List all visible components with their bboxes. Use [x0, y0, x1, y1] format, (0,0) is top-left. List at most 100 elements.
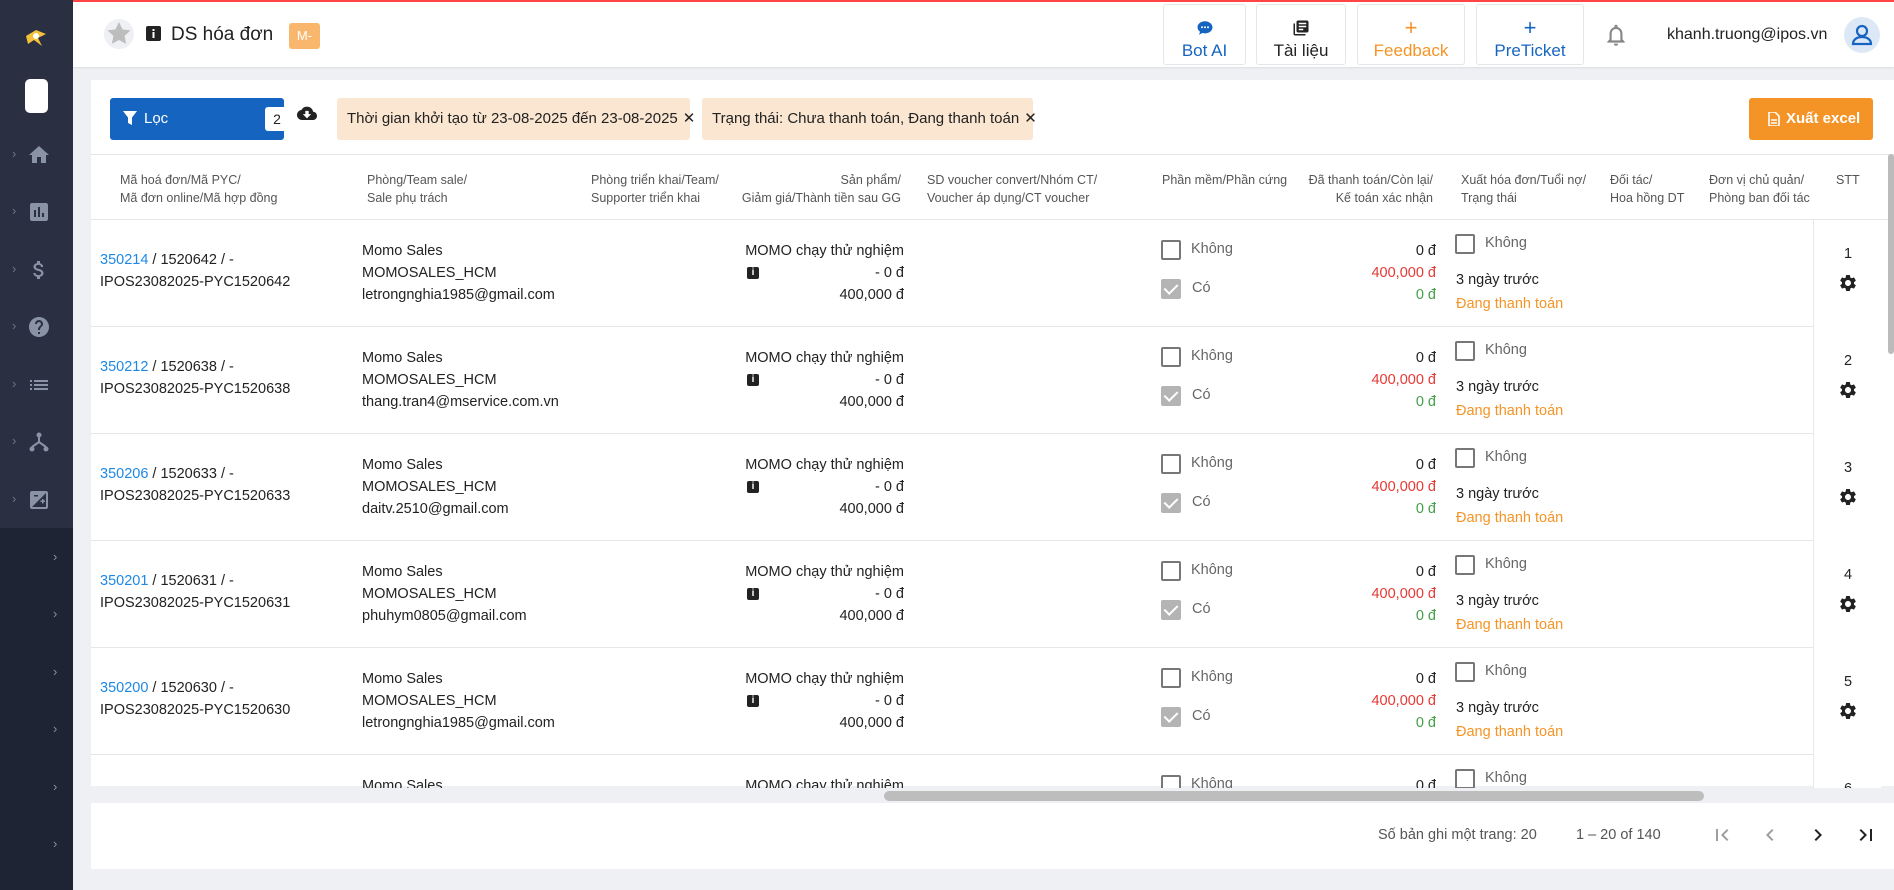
- filter-chip-status[interactable]: Trạng thái: Chưa thanh toán, Đang thanh …: [702, 98, 1037, 140]
- col-header-invoice[interactable]: Mã hoá đơn/Mã PYC/Mã đơn online/Mã hợp đ…: [120, 171, 277, 207]
- rows-per-page[interactable]: Số bản ghi một trang: 20: [1378, 827, 1537, 843]
- gear-icon[interactable]: [1838, 594, 1858, 614]
- next-page-icon[interactable]: [1806, 823, 1830, 847]
- table-row[interactable]: 350214 / 1520642 / - IPOS23082025-PYC1520…: [91, 220, 1813, 327]
- col-header-invoice-status[interactable]: Xuất hóa đơn/Tuổi nợ/Trạng thái: [1461, 171, 1586, 207]
- gear-icon[interactable]: [1838, 273, 1858, 293]
- user-email[interactable]: khanh.truong@ipos.vn: [1667, 26, 1827, 44]
- remaining-amount: 400,000 đ: [1371, 693, 1436, 709]
- gear-icon[interactable]: [1838, 380, 1858, 400]
- table-row[interactable]: 350206 / 1520633 / - IPOS23082025-PYC1520…: [91, 434, 1813, 541]
- paid-amount: 0 đ: [1415, 457, 1436, 473]
- info-icon[interactable]: [747, 476, 759, 498]
- col-header-payment[interactable]: Đã thanh toán/Còn lại/Kế toán xác nhận: [1291, 171, 1433, 207]
- row-index: 2: [1843, 353, 1853, 369]
- chevron-right-icon[interactable]: ›: [53, 665, 63, 679]
- hardware-checkbox[interactable]: [1161, 600, 1181, 620]
- sidebar-item-report[interactable]: ›: [0, 191, 73, 231]
- invoice-export-checkbox[interactable]: [1455, 234, 1475, 254]
- filter-chip-time[interactable]: Thời gian khởi tạo từ 23-08-2025 đến 23-…: [337, 98, 695, 140]
- app-logo-icon[interactable]: [22, 24, 50, 52]
- contract-code: IPOS23082025-PYC1520642: [100, 274, 291, 290]
- sidebar-item-home[interactable]: ›: [0, 134, 73, 174]
- bell-icon[interactable]: [1603, 22, 1629, 48]
- info-icon[interactable]: [747, 369, 759, 391]
- sale-email: thang.tran4@mservice.com.vn: [362, 394, 559, 410]
- chevron-right-icon[interactable]: ›: [53, 607, 63, 621]
- feedback-button[interactable]: + Feedback: [1357, 4, 1465, 65]
- col-header-sale[interactable]: Phòng/Team sale/Sale phụ trách: [367, 171, 467, 207]
- invoice-id-link[interactable]: 350200: [100, 680, 148, 696]
- col-header-voucher[interactable]: SD voucher convert/Nhóm CT/Voucher áp dụ…: [927, 171, 1097, 207]
- invoice-id-link[interactable]: 350201: [100, 573, 148, 589]
- info-icon[interactable]: [747, 262, 759, 284]
- sidebar-item-list[interactable]: ›: [0, 364, 73, 404]
- hardware-checkbox[interactable]: [1161, 707, 1181, 727]
- software-checkbox[interactable]: [1161, 668, 1181, 688]
- hardware-checkbox[interactable]: [1161, 279, 1181, 299]
- bot-ai-button[interactable]: Bot AI: [1163, 4, 1246, 65]
- export-excel-button[interactable]: Xuất excel: [1749, 98, 1873, 140]
- cloud-download-icon[interactable]: [297, 106, 317, 124]
- chevron-right-icon[interactable]: ›: [53, 550, 63, 564]
- contract-code: IPOS23082025-PYC1520630: [100, 702, 291, 718]
- close-icon[interactable]: ✕: [683, 110, 696, 127]
- invoice-export-checkbox[interactable]: [1455, 448, 1475, 468]
- preticket-button[interactable]: + PreTicket: [1476, 4, 1584, 65]
- info-icon[interactable]: [747, 690, 759, 712]
- table-row[interactable]: 350200 / 1520630 / - IPOS23082025-PYC1520…: [91, 648, 1813, 755]
- chevron-right-icon[interactable]: ›: [53, 722, 63, 736]
- col-header-partner[interactable]: Đối tác/Hoa hồng DT: [1610, 171, 1684, 207]
- star-icon[interactable]: [103, 18, 135, 50]
- col-header-product[interactable]: Sản phẩm/Giảm giá/Thành tiền sau GG: [711, 171, 901, 207]
- invoice-id-link[interactable]: 350214: [100, 252, 148, 268]
- invoice-export-checkbox[interactable]: [1455, 662, 1475, 682]
- stt-column: 123456: [1813, 220, 1881, 788]
- filter-button[interactable]: Lọc 2: [110, 98, 289, 140]
- payment-status: Đang thanh toán: [1456, 403, 1564, 419]
- hardware-checkbox[interactable]: [1161, 493, 1181, 513]
- product-cell: MOMO chạy thử nghiệm - 0 đ 400,000 đ: [651, 454, 904, 520]
- info-icon[interactable]: [146, 26, 161, 41]
- table-row[interactable]: 350212 / 1520638 / - IPOS23082025-PYC1520…: [91, 327, 1813, 434]
- table-row[interactable]: Momo Sales MOMO chạy thử nghiệm Không 0 đ Kh…: [91, 755, 1813, 788]
- sale-cell: Momo Sales MOMOSALES_HCM thang.tran4@mserv…: [362, 347, 559, 413]
- last-page-icon[interactable]: [1854, 823, 1878, 847]
- col-header-software-hardware[interactable]: Phần mềm/Phần cứng: [1162, 171, 1287, 189]
- invoice-export-checkbox[interactable]: [1455, 341, 1475, 361]
- horizontal-scrollbar[interactable]: [884, 791, 1704, 801]
- software-checkbox[interactable]: [1161, 454, 1181, 474]
- software-checkbox[interactable]: [1161, 347, 1181, 367]
- sidebar-item-finance[interactable]: ›: [0, 249, 73, 289]
- software-checkbox[interactable]: [1161, 561, 1181, 581]
- info-icon[interactable]: [747, 583, 759, 605]
- invoice-export-checkbox[interactable]: [1455, 769, 1475, 788]
- close-icon[interactable]: ✕: [1024, 110, 1037, 127]
- paid-amount: 0 đ: [1415, 350, 1436, 366]
- avatar[interactable]: [1844, 17, 1880, 53]
- software-checkbox[interactable]: [1161, 240, 1181, 260]
- previous-page-icon[interactable]: [1758, 823, 1782, 847]
- debt-age: 3 ngày trước: [1456, 486, 1539, 502]
- col-header-managing-unit[interactable]: Đơn vị chủ quản/Phòng ban đối tác: [1709, 171, 1810, 207]
- gear-icon[interactable]: [1838, 487, 1858, 507]
- chevron-right-icon[interactable]: ›: [53, 780, 63, 794]
- hardware-checkbox[interactable]: [1161, 386, 1181, 406]
- sidebar-item-hierarchy[interactable]: ›: [0, 421, 73, 461]
- sidebar-item-help[interactable]: ›: [0, 306, 73, 346]
- sidebar-collapsed-item[interactable]: [25, 79, 48, 113]
- sale-team: MOMOSALES_HCM: [362, 372, 497, 388]
- invoice-id-link[interactable]: 350206: [100, 466, 148, 482]
- paid-amount: 0 đ: [1415, 564, 1436, 580]
- help-icon: [29, 317, 49, 337]
- first-page-icon[interactable]: [1710, 823, 1734, 847]
- sidebar-item-statistics[interactable]: ›: [0, 479, 73, 519]
- col-header-deploy[interactable]: Phòng triển khai/Team/Supporter triển kh…: [591, 171, 719, 207]
- gear-icon[interactable]: [1838, 701, 1858, 721]
- row-index: 1: [1843, 246, 1853, 262]
- chevron-right-icon[interactable]: ›: [53, 837, 63, 851]
- invoice-id-link[interactable]: 350212: [100, 359, 148, 375]
- docs-button[interactable]: Tài liệu: [1256, 4, 1346, 65]
- invoice-export-checkbox[interactable]: [1455, 555, 1475, 575]
- table-row[interactable]: 350201 / 1520631 / - IPOS23082025-PYC1520…: [91, 541, 1813, 648]
